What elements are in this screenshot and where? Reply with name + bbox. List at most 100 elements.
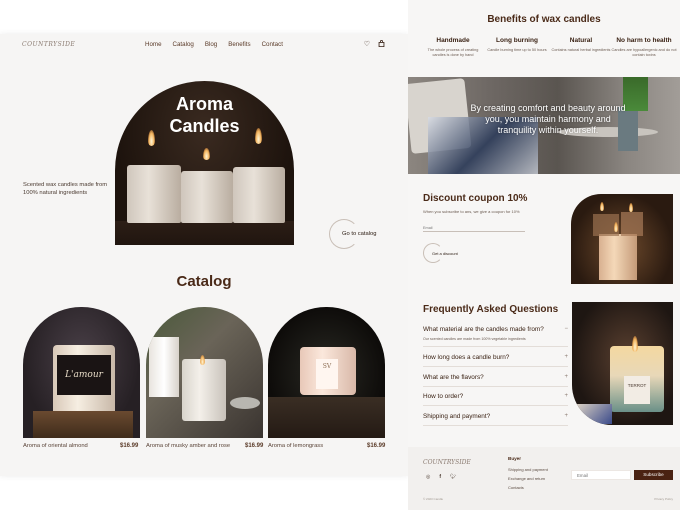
product-image[interactable]: L'amour (23, 307, 140, 438)
twitter-icon[interactable]: 🐦︎ (450, 474, 456, 480)
nav-benefits[interactable]: Benefits (228, 41, 250, 48)
minus-icon[interactable]: − (564, 326, 568, 332)
heart-icon[interactable]: ♡ (364, 40, 370, 49)
matchbox (572, 404, 612, 424)
privacy-policy-link[interactable]: Privacy Policy (654, 497, 673, 501)
flame-icon (600, 202, 604, 211)
coupon-email-input[interactable] (423, 224, 525, 232)
faq-question[interactable]: Shipping and payment? (423, 413, 568, 420)
footer-link[interactable]: Exchange and return (508, 476, 545, 481)
nav-menu: Home Catalog Blog Benefits Contact (145, 41, 283, 48)
hero-title: Aroma Candles (115, 93, 294, 137)
plus-icon[interactable]: + (564, 393, 568, 399)
flame-icon (632, 336, 638, 352)
instagram-icon[interactable]: ◎ (426, 474, 430, 480)
faq-question[interactable]: What material are the candles made from? (423, 326, 568, 333)
faq-image: TERROT (572, 302, 673, 425)
copyright: © 2023 Candle (423, 497, 444, 501)
candle-middle (181, 171, 233, 223)
flame-icon (629, 203, 633, 212)
footer-link[interactable]: Shipping and payment (508, 467, 548, 472)
faq-answer: Our scented candles are made from 100% v… (423, 337, 526, 341)
flame-icon (200, 355, 205, 365)
footer-email-input[interactable] (571, 470, 631, 480)
footer-logo[interactable]: COUNTRYSIDE (423, 459, 471, 466)
plus-icon[interactable]: + (564, 354, 568, 360)
landing-page: COUNTRYSIDE Home Catalog Blog Benefits C… (0, 34, 408, 476)
nav-blog[interactable]: Blog (205, 41, 217, 48)
candle (599, 234, 637, 280)
benefit-item: Handmade The whole process of creating c… (421, 37, 485, 58)
product-price: $16.99 (245, 443, 264, 449)
coupon-image (571, 194, 673, 284)
lid (230, 397, 260, 409)
subscribe-button[interactable]: Subscribe (634, 470, 673, 480)
social-links: ◎ f 🐦︎ (426, 474, 456, 480)
faq-item[interactable]: What material are the candles made from?… (423, 326, 568, 347)
hero-title-line2: Candles (169, 116, 240, 136)
flame-icon (148, 130, 155, 146)
top-nav: COUNTRYSIDE Home Catalog Blog Benefits C… (0, 34, 408, 56)
book (33, 411, 133, 438)
jar-label: TERROT (624, 376, 650, 404)
faq-question[interactable]: How long does a candle burn? (423, 354, 568, 361)
product-price: $16.99 (120, 443, 139, 449)
candle-right (233, 167, 285, 223)
bag-icon[interactable] (378, 39, 385, 49)
coupon-title: Discount coupon 10% (423, 193, 528, 204)
nav-contact[interactable]: Contact (262, 41, 283, 48)
banner-quote: By creating comfort and beauty around yo… (470, 103, 626, 135)
footer: COUNTRYSIDE ◎ f 🐦︎ Buyer Shipping and pa… (408, 447, 680, 510)
faq-item[interactable]: How to order? + (423, 393, 568, 406)
benefit-text: The whole process of creating candles is… (427, 48, 479, 57)
flame-icon (614, 222, 618, 232)
candle (621, 212, 643, 236)
benefit-title: Long burning (496, 37, 538, 44)
facebook-icon[interactable]: f (439, 474, 441, 480)
benefit-title: Natural (569, 37, 593, 44)
benefit-title: No harm to health (616, 37, 672, 44)
get-discount-label[interactable]: Get a discount (432, 251, 458, 256)
product-name[interactable]: Aroma of musky amber and rose (146, 443, 230, 449)
faq-item[interactable]: Shipping and payment? + (423, 413, 568, 426)
go-to-catalog-label[interactable]: Go to catalog (342, 231, 376, 237)
hero-title-line1: Aroma (175, 94, 233, 114)
logo[interactable]: COUNTRYSIDE (22, 41, 75, 48)
tray (268, 397, 385, 438)
faq-item[interactable]: What are the flavors? + (423, 374, 568, 387)
candle-glass (182, 359, 226, 421)
plus-icon[interactable]: + (564, 374, 568, 380)
footer-link[interactable]: Contacts (508, 485, 524, 490)
benefit-text: Candle burning time up to 50 hours (487, 48, 547, 52)
hero-table (115, 221, 294, 245)
quote-banner: By creating comfort and beauty around yo… (408, 77, 680, 174)
coupon-subtitle: When you subscribe to ans, we give a cou… (423, 209, 520, 214)
benefit-text: Contains natural herbal ingredients (551, 48, 611, 52)
benefits-title: Benefits of wax candles (487, 14, 601, 25)
candle-tin (149, 337, 179, 397)
benefit-item: No harm to health Candles are hypoallerg… (611, 37, 677, 58)
benefit-text: Candles are hypoallergenic and do not co… (611, 48, 677, 57)
flame-icon (255, 128, 262, 144)
footer-buyer-heading: Buyer (508, 456, 522, 461)
benefit-title: Handmade (436, 37, 470, 44)
product-image[interactable] (146, 307, 263, 438)
flame-icon (203, 148, 210, 160)
nav-catalog[interactable]: Catalog (173, 41, 194, 48)
nav-home[interactable]: Home (145, 41, 162, 48)
faq-question[interactable]: What are the flavors? (423, 374, 568, 381)
product-name[interactable]: Aroma of oriental almond (23, 443, 88, 449)
product-price: $16.99 (367, 443, 386, 449)
candle-left (127, 165, 181, 223)
benefit-item: Long burning Candle burning time up to 5… (485, 37, 549, 53)
jar-label: L'amour (57, 355, 111, 395)
product-image[interactable]: SV (268, 307, 385, 438)
plus-icon[interactable]: + (564, 413, 568, 419)
faq-question[interactable]: How to order? (423, 393, 568, 400)
hero-description: Scented wax candles made from 100% natur… (23, 182, 108, 196)
product-name[interactable]: Aroma of lemongrass (268, 443, 323, 449)
faq-title: Frequently Asked Questions (423, 304, 559, 315)
faq-item[interactable]: How long does a candle burn? + (423, 354, 568, 367)
hero-image: Aroma Candles (115, 81, 294, 245)
benefit-item: Natural Contains natural herbal ingredie… (549, 37, 613, 53)
